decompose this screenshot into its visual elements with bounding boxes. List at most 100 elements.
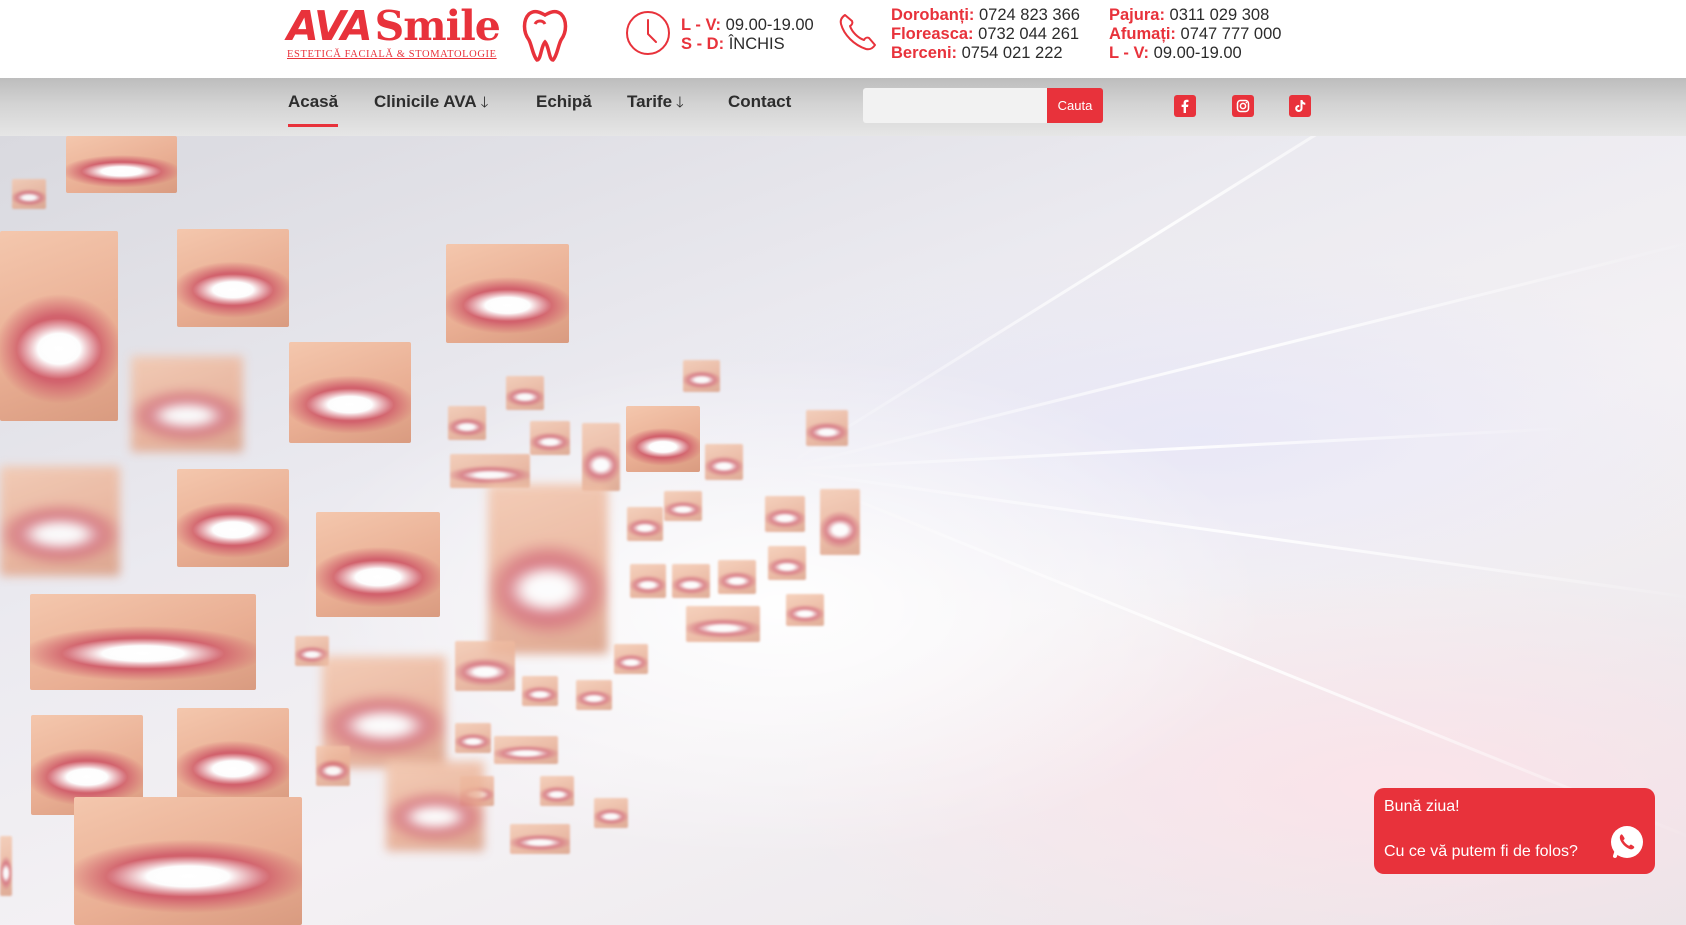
tooth-icon (522, 9, 568, 62)
clock-icon (626, 11, 670, 55)
phone-label: Afumați: (1109, 25, 1176, 43)
nav-item-label: Acasă (288, 92, 339, 111)
phone-berceni[interactable]: Berceni: 0754 021 222 (891, 44, 1080, 63)
smile-photo (494, 736, 558, 764)
smile-photo (177, 708, 289, 806)
smile-photo (316, 512, 440, 617)
smile-photo (0, 466, 120, 576)
facebook-icon[interactable] (1174, 95, 1196, 117)
hours-weekdays-secondary: L - V: 09.00-19.00 (1109, 44, 1281, 63)
nav-item-label: Tarife (627, 92, 673, 111)
phone-value: 0754 021 222 (961, 44, 1063, 62)
smile-photo (455, 723, 491, 753)
opening-hours: L - V: 09.00-19.00 S - D: ÎNCHIS (625, 10, 820, 60)
smile-photo (806, 410, 848, 446)
smile-photo (686, 606, 760, 642)
logo-wordmark: AVASmile (287, 2, 501, 50)
nav-item-acasa[interactable]: Acasă (288, 92, 339, 127)
tiktok-icon[interactable] (1289, 95, 1311, 117)
smile-photo (66, 136, 177, 193)
smile-photo (510, 824, 570, 854)
tiktok-glyph (1295, 100, 1306, 112)
hours-label: L - V: (1109, 44, 1150, 62)
smile-photo (12, 179, 46, 209)
smile-photo (594, 798, 628, 828)
smile-photo (522, 676, 558, 706)
hours-text: L - V: 09.00-19.00 S - D: ÎNCHIS (681, 16, 814, 54)
phone-afumati[interactable]: Afumați: 0747 777 000 (1109, 25, 1281, 44)
smile-photo (672, 564, 710, 598)
chat-question: Cu ce vă putem fi de folos? (1384, 843, 1578, 860)
smile-photo (448, 406, 486, 440)
hours-weekdays: L - V: 09.00-19.00 (681, 16, 814, 35)
smile-photo (177, 229, 289, 327)
whatsapp-chat-bubble[interactable]: Bună ziua! Cu ce vă putem fi de folos? (1374, 788, 1655, 874)
light-ray (779, 468, 1686, 604)
nav-item-label: Clinicile AVA (374, 92, 477, 111)
smile-photo (177, 469, 289, 567)
smile-photo (576, 680, 612, 710)
phone-label: Pajura: (1109, 6, 1165, 24)
nav-item-echipa[interactable]: Echipă (536, 92, 592, 122)
light-ray (779, 238, 1686, 471)
phone-pajura[interactable]: Pajura: 0311 029 308 (1109, 6, 1281, 25)
instagram-glyph (1236, 99, 1250, 113)
smile-photo (446, 244, 569, 343)
phone-value: 0311 029 308 (1169, 6, 1270, 24)
search-button[interactable]: Cauta (1047, 88, 1103, 123)
search-input[interactable] (863, 88, 1048, 123)
hours-weekdays-value: 09.00-19.00 (725, 16, 814, 34)
smile-photo (488, 484, 608, 654)
phones-column-1: Dorobanți: 0724 823 366 Floreasca: 0732 … (891, 6, 1080, 63)
smile-photo (630, 564, 666, 598)
hours-weekdays-label: L - V: (681, 16, 722, 34)
logo-smile-text: Smile (374, 2, 501, 50)
nav-item-label: Contact (728, 92, 792, 111)
smile-photo (131, 356, 243, 452)
smile-photo (582, 423, 620, 491)
smile-photo (614, 644, 648, 674)
hours-weekend-label: S - D: (681, 35, 725, 53)
smile-photo (683, 360, 720, 392)
smile-photo (316, 746, 350, 786)
smile-photo (705, 444, 743, 480)
phone-value: 0747 777 000 (1180, 25, 1282, 43)
phone-numbers: Dorobanți: 0724 823 366 Floreasca: 0732 … (837, 5, 1307, 65)
logo[interactable]: AVASmile ESTETICĂ FACIALĂ & STOMATOLOGIE (287, 4, 572, 66)
light-ray (779, 136, 1545, 471)
smile-photo (626, 406, 700, 472)
nav-item-clinicile-ava[interactable]: Clinicile AVA 🡓 (374, 92, 488, 122)
smile-photo (718, 560, 756, 594)
smile-photo (0, 836, 12, 896)
smile-photo (386, 761, 484, 851)
smile-photo (530, 421, 570, 455)
hours-weekend: S - D: ÎNCHIS (681, 35, 814, 54)
smile-photo (765, 496, 805, 532)
smile-photo (664, 491, 702, 521)
smile-photo (450, 454, 530, 488)
phone-dorobanti[interactable]: Dorobanți: 0724 823 366 (891, 6, 1080, 25)
phone-floreasca[interactable]: Floreasca: 0732 044 261 (891, 25, 1080, 44)
phone-label: Berceni: (891, 44, 958, 62)
smile-photo (768, 546, 806, 580)
whatsapp-icon[interactable] (1609, 824, 1645, 860)
smile-photo (0, 231, 118, 421)
chat-greeting: Bună ziua! (1384, 798, 1460, 815)
phone-icon (839, 14, 876, 51)
phones-column-2: Pajura: 0311 029 308 Afumați: 0747 777 0… (1109, 6, 1281, 63)
smile-photo (506, 376, 544, 410)
instagram-icon[interactable] (1232, 95, 1254, 117)
nav-item-tarife[interactable]: Tarife 🡓 (627, 92, 684, 122)
light-ray (779, 426, 1579, 471)
hours-value: 09.00-19.00 (1153, 44, 1242, 62)
smile-photo (289, 342, 411, 443)
nav-item-contact[interactable]: Contact (728, 92, 791, 122)
hours-weekend-value: ÎNCHIS (728, 35, 785, 53)
logo-ava-text: AVA (287, 2, 373, 50)
phone-value: 0724 823 366 (979, 6, 1080, 24)
phone-label: Floreasca: (891, 25, 974, 43)
smile-photo (455, 641, 515, 691)
nav-item-label: Echipă (536, 92, 592, 111)
smile-photo (30, 594, 256, 690)
arrow-down-icon: 🡓 (480, 94, 489, 111)
